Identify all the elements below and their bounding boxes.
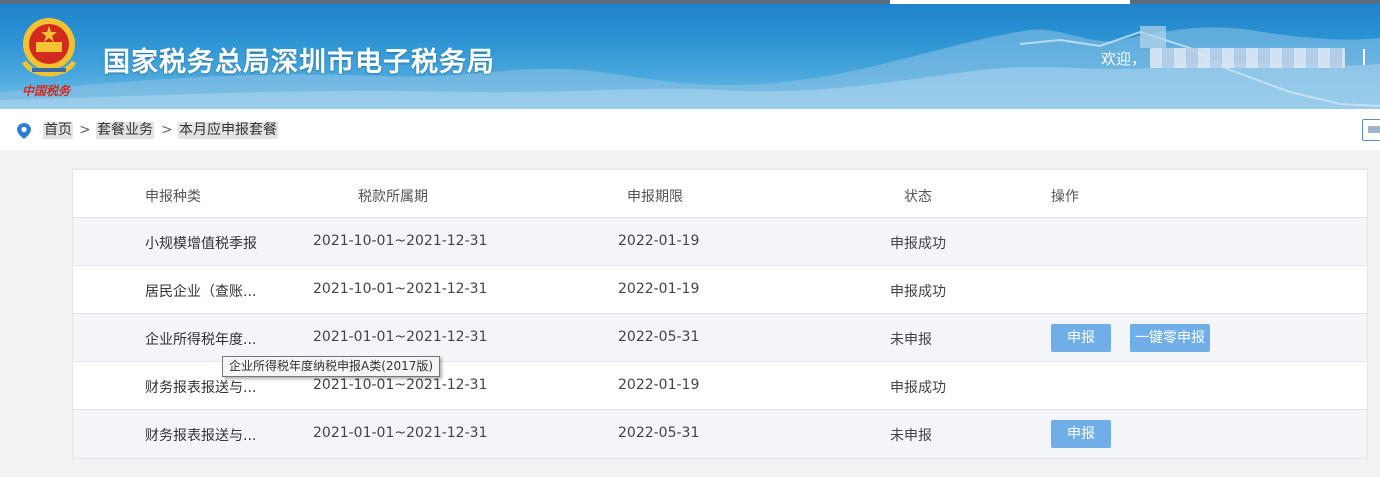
table-row: 居民企业（查账... 2021-10-01~2021-12-31 2022-01… <box>73 266 1367 314</box>
tax-period: 2021-10-01~2021-12-31 <box>313 377 488 393</box>
table-header: 申报种类 税款所属期 申报期限 状态 操作 <box>73 170 1367 218</box>
declare-button[interactable]: 申报 <box>1051 420 1111 448</box>
site-title: 国家税务总局深圳市电子税务局 <box>103 47 495 78</box>
column-header-type: 申报种类 <box>145 189 201 205</box>
status: 申报成功 <box>890 236 946 252</box>
header-divider <box>1363 49 1365 65</box>
table-row: 财务报表报送与... 2021-01-01~2021-12-31 2022-05… <box>73 410 1367 458</box>
declaration-type[interactable]: 小规模增值税季报 <box>145 233 257 253</box>
tax-period: 2021-10-01~2021-12-31 <box>313 281 488 297</box>
breadcrumb-package-business[interactable]: 套餐业务 <box>96 122 154 139</box>
deadline: 2022-05-31 <box>618 329 700 345</box>
tax-period: 2021-01-01~2021-12-31 <box>313 425 488 441</box>
column-header-deadline: 申报期限 <box>627 189 683 205</box>
table-row: 企业所得税年度... 2021-01-01~2021-12-31 2022-05… <box>73 314 1367 362</box>
tax-period: 2021-10-01~2021-12-31 <box>313 233 488 249</box>
column-header-status: 状态 <box>904 189 932 205</box>
deadline: 2022-05-31 <box>618 425 700 441</box>
table-row: 小规模增值税季报 2021-10-01~2021-12-31 2022-01-1… <box>73 218 1367 266</box>
declaration-type[interactable]: 居民企业（查账... <box>145 281 256 301</box>
brand-script: 中国税务 <box>22 84 71 98</box>
declaration-type[interactable]: 财务报表报送与... <box>145 377 256 397</box>
declare-button[interactable]: 申报 <box>1051 324 1111 352</box>
breadcrumb-separator: > <box>79 122 91 138</box>
deadline: 2022-01-19 <box>618 281 700 297</box>
breadcrumb-home[interactable]: 首页 <box>43 122 73 139</box>
user-name-redacted <box>1150 48 1345 68</box>
status: 申报成功 <box>890 284 946 300</box>
status: 未申报 <box>890 428 932 444</box>
column-header-actions: 操作 <box>1051 189 1079 205</box>
one-click-zero-declare-button[interactable]: 一键零申报 <box>1130 324 1210 352</box>
status: 未申报 <box>890 332 932 348</box>
declaration-type[interactable]: 财务报表报送与... <box>145 425 256 445</box>
column-header-period: 税款所属期 <box>358 189 428 205</box>
breadcrumb-current: 本月应申报套餐 <box>178 122 278 139</box>
status: 申报成功 <box>890 380 946 396</box>
site-header: 中国税务 国家税务总局深圳市电子税务局 欢迎， <box>0 0 1380 109</box>
tax-period: 2021-01-01~2021-12-31 <box>313 329 488 345</box>
declaration-type[interactable]: 企业所得税年度... <box>145 329 256 349</box>
breadcrumb-separator: > <box>161 122 173 138</box>
side-panel-toggle[interactable] <box>1362 119 1380 141</box>
welcome-text: 欢迎， <box>1101 50 1147 68</box>
deadline: 2022-01-19 <box>618 233 700 249</box>
declaration-table: 申报种类 税款所属期 申报期限 状态 操作 小规模增值税季报 2021-10-0… <box>72 169 1368 459</box>
breadcrumb: 首页 > 套餐业务 > 本月应申报套餐 <box>0 109 1380 150</box>
deadline: 2022-01-19 <box>618 377 700 393</box>
tax-emblem-icon <box>21 18 77 77</box>
location-pin-icon <box>17 123 31 139</box>
name-tooltip: 企业所得税年度纳税申报A类(2017版) <box>222 356 441 377</box>
